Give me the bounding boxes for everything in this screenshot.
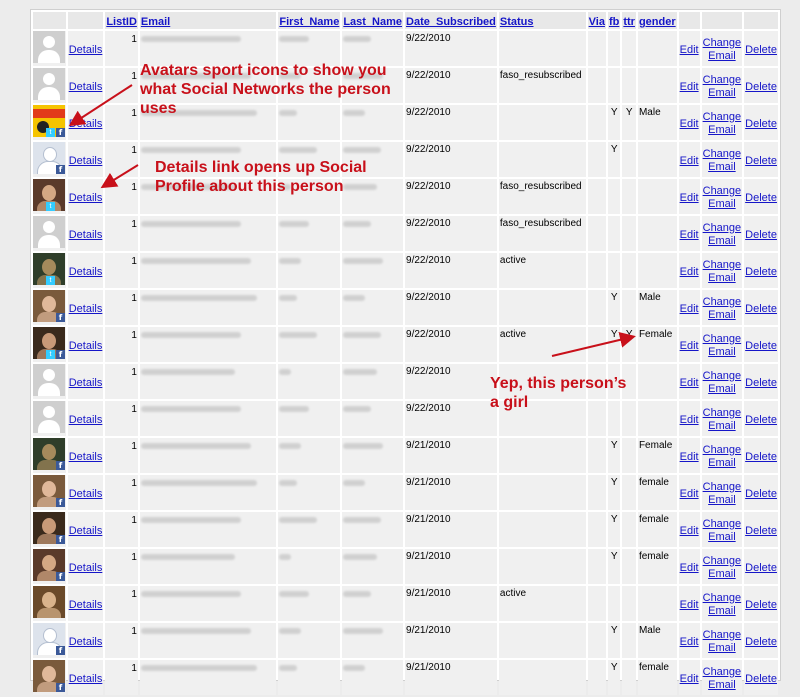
edit-link[interactable]: Edit [680,673,699,685]
annotation-line: Profile about this person [155,178,344,195]
change-email-link[interactable]: Change Email [703,666,742,691]
annotation-arrows [68,84,636,357]
annotation-line: Yep, this person’s [490,375,627,392]
annotation-line: Avatars sport icons to show you [140,62,387,79]
details-annotation: Details link opens up Social Profile abo… [155,158,367,196]
delete-link[interactable]: Delete [745,673,777,685]
annotation-line: a girl [490,394,529,411]
annotation-line: uses [140,100,177,117]
avatars-annotation: Avatars sport icons to show you what Soc… [140,61,391,118]
annotation-line: what Social Networks the person [140,81,391,98]
facebook-badge-icon: f [56,683,65,692]
girl-annotation-arrow [551,331,636,357]
change-email-label-line2: Email [708,678,736,691]
details-annotation-arrow [100,164,139,189]
annotation-line: Details link opens up Social [155,159,367,176]
details-link[interactable]: Details [69,673,103,685]
avatars-annotation-arrow [68,84,133,127]
gender-annotation: Yep, this person’s a girl [490,374,626,412]
